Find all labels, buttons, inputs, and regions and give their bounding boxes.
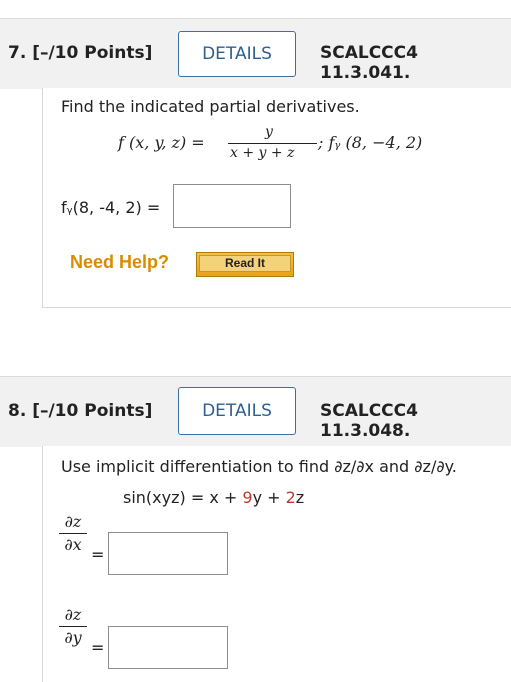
fraction-bar [59, 626, 87, 627]
problem-code: SCALCCC4 11.3.048. [320, 401, 418, 441]
read-it-button[interactable]: Read It [196, 252, 294, 277]
details-button[interactable]: DETAILS [178, 31, 296, 77]
formula-numerator: y [265, 124, 273, 140]
question-7-body: Find the indicated partial derivatives. … [42, 88, 511, 308]
answer-label: fᵧ(8, -4, 2) = [61, 198, 161, 217]
dzdy-denominator: ∂y [64, 628, 82, 647]
question-8-header: 8. [–/10 Points] DETAILS SCALCCC4 11.3.0… [0, 376, 511, 447]
equals-sign: = [91, 638, 105, 657]
read-it-label: Read It [199, 255, 291, 272]
question-number: 7. [–/10 Points] [8, 43, 153, 63]
dzdy-fraction: ∂z ∂y [59, 605, 87, 648]
fraction-bar [59, 533, 87, 534]
fraction-bar [228, 143, 317, 144]
formula-tail: ; fᵧ (8, −4, 2) [318, 133, 423, 152]
need-help-label: Need Help? [70, 252, 170, 272]
dzdy-numerator: ∂z [64, 605, 82, 624]
equals-sign: = [91, 545, 105, 564]
dzdx-numerator: ∂z [64, 512, 82, 531]
dzdx-denominator: ∂x [64, 535, 82, 554]
question-number: 8. [–/10 Points] [8, 401, 153, 421]
prompt: Find the indicated partial derivatives. [61, 97, 360, 116]
answer-input-dzdx[interactable] [108, 532, 228, 575]
answer-input-fy[interactable] [173, 184, 291, 228]
answer-input-dzdy[interactable] [108, 626, 228, 669]
question-7-header: 7. [–/10 Points] DETAILS SCALCCC4 11.3.0… [0, 18, 511, 89]
prompt: Use implicit differentiation to find ∂z/… [61, 457, 457, 476]
formula-lhs: f (x, y, z) = [118, 133, 205, 152]
equation: sin(xyz) = x + 9y + 2z [123, 488, 305, 507]
dzdx-fraction: ∂z ∂x [59, 512, 87, 555]
question-8-body: Use implicit differentiation to find ∂z/… [42, 446, 511, 682]
formula-denominator: x + y + z [230, 145, 295, 161]
details-button[interactable]: DETAILS [178, 387, 296, 435]
problem-code: SCALCCC4 11.3.041. [320, 43, 418, 83]
